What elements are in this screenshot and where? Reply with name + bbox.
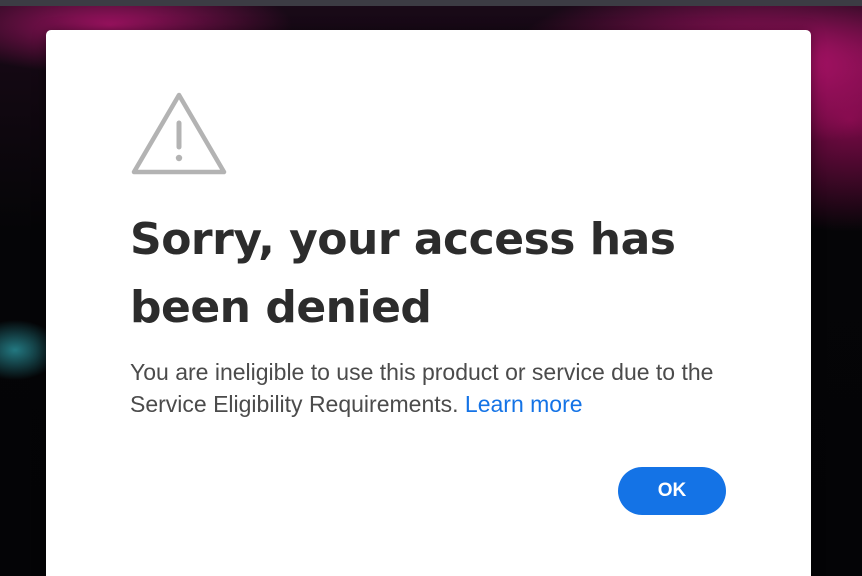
alert-triangle-icon	[131, 92, 227, 175]
window-top-bar	[0, 0, 862, 6]
ok-button[interactable]: OK	[618, 467, 726, 515]
dialog-title: Sorry, your access has been denied	[130, 214, 676, 333]
access-denied-dialog: Sorry, your access has been denied You a…	[46, 30, 811, 576]
dialog-message-text: You are ineligible to use this product o…	[130, 359, 714, 417]
learn-more-link[interactable]: Learn more	[465, 391, 583, 417]
dialog-message: You are ineligible to use this product o…	[130, 356, 750, 420]
